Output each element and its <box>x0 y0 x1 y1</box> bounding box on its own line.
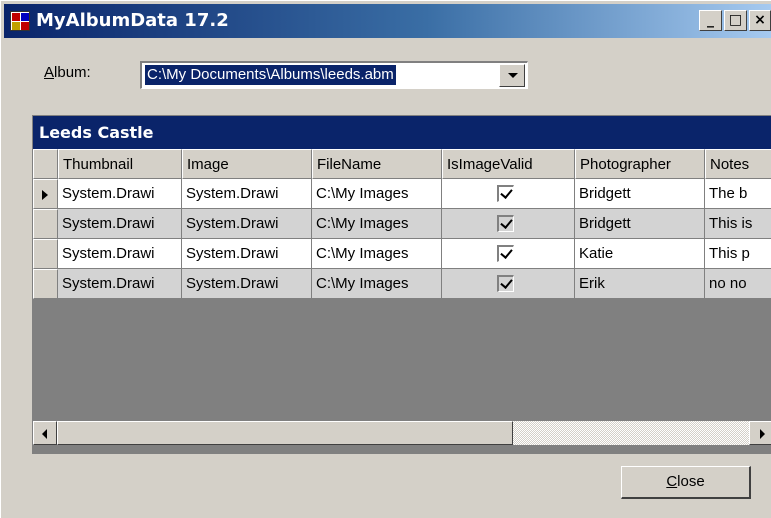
cell-isimagevalid[interactable] <box>442 239 575 269</box>
close-button[interactable]: Close <box>621 466 751 499</box>
scrollbar-track[interactable] <box>513 421 749 445</box>
cell-image[interactable]: System.Drawi <box>182 179 312 209</box>
cell-thumbnail[interactable]: System.Drawi <box>58 269 182 299</box>
cell-notes[interactable]: This is <box>705 209 771 239</box>
close-button-accelerator: C <box>666 473 678 490</box>
cell-photographer[interactable]: Erik <box>575 269 705 299</box>
window-title: MyAlbumData 17.2 <box>36 10 229 31</box>
main-window: MyAlbumData 17.2 _ □ × Album: C:\My Docu… <box>0 0 771 518</box>
checkmark-icon[interactable] <box>497 185 514 202</box>
checkmark-icon[interactable] <box>497 245 514 262</box>
checkmark-icon[interactable] <box>497 215 514 232</box>
cell-photographer[interactable]: Bridgett <box>575 179 705 209</box>
table-row[interactable]: System.Drawi System.Drawi C:\My Images E… <box>33 269 771 299</box>
arrow-left-icon <box>42 429 47 439</box>
album-label-text: lbum: <box>54 64 91 81</box>
cell-isimagevalid[interactable] <box>442 269 575 299</box>
cell-isimagevalid[interactable] <box>442 209 575 239</box>
cell-thumbnail[interactable]: System.Drawi <box>58 239 182 269</box>
column-header-notes[interactable]: Notes <box>705 149 771 179</box>
table-row[interactable]: System.Drawi System.Drawi C:\My Images K… <box>33 239 771 269</box>
cell-image[interactable]: System.Drawi <box>182 239 312 269</box>
cell-filename[interactable]: C:\My Images <box>312 179 442 209</box>
column-header-photographer[interactable]: Photographer <box>575 149 705 179</box>
cell-filename[interactable]: C:\My Images <box>312 209 442 239</box>
album-label-accelerator: A <box>44 64 55 81</box>
checkmark-icon[interactable] <box>497 275 514 292</box>
cell-thumbnail[interactable]: System.Drawi <box>58 179 182 209</box>
cell-isimagevalid[interactable] <box>442 179 575 209</box>
grid-header-row: Thumbnail Image FileName IsImageValid Ph… <box>33 149 771 179</box>
column-header-isimagevalid[interactable]: IsImageValid <box>442 149 575 179</box>
album-data-grid[interactable]: Leeds Castle Thumbnail Image FileName Is… <box>32 115 771 454</box>
scrollbar-thumb[interactable] <box>57 421 513 445</box>
row-selector[interactable] <box>33 269 58 299</box>
column-header-thumbnail[interactable]: Thumbnail <box>58 149 182 179</box>
scroll-right-button[interactable] <box>749 421 771 445</box>
current-row-arrow-icon <box>42 190 48 200</box>
app-window-icon[interactable] <box>10 11 30 31</box>
row-selector[interactable] <box>33 179 58 209</box>
row-selector[interactable] <box>33 239 58 269</box>
cell-filename[interactable]: C:\My Images <box>312 269 442 299</box>
cell-notes[interactable]: no no <box>705 269 771 299</box>
arrow-right-icon <box>760 429 765 439</box>
maximize-button[interactable]: □ <box>724 10 747 31</box>
horizontal-scrollbar[interactable] <box>33 421 771 445</box>
close-button-label: lose <box>677 473 705 490</box>
header-corner[interactable] <box>33 149 58 179</box>
chevron-down-icon <box>508 73 518 78</box>
album-dropdown-button[interactable] <box>499 64 525 87</box>
cell-notes[interactable]: This p <box>705 239 771 269</box>
cell-image[interactable]: System.Drawi <box>182 209 312 239</box>
cell-photographer[interactable]: Katie <box>575 239 705 269</box>
table-row[interactable]: System.Drawi System.Drawi C:\My Images B… <box>33 209 771 239</box>
grid-caption: Leeds Castle <box>33 116 771 149</box>
close-icon: × <box>754 12 766 28</box>
album-combobox[interactable]: C:\My Documents\Albums\leeds.abm <box>140 61 528 89</box>
close-window-button[interactable]: × <box>749 10 771 31</box>
row-selector[interactable] <box>33 209 58 239</box>
cell-image[interactable]: System.Drawi <box>182 269 312 299</box>
minimize-icon: _ <box>707 12 714 28</box>
cell-filename[interactable]: C:\My Images <box>312 239 442 269</box>
column-header-image[interactable]: Image <box>182 149 312 179</box>
scroll-left-button[interactable] <box>33 421 57 445</box>
column-header-filename[interactable]: FileName <box>312 149 442 179</box>
maximize-icon: □ <box>728 12 743 28</box>
cell-notes[interactable]: The b <box>705 179 771 209</box>
cell-photographer[interactable]: Bridgett <box>575 209 705 239</box>
title-bar[interactable]: MyAlbumData 17.2 _ □ × <box>4 4 771 38</box>
album-label: Album: <box>44 64 91 81</box>
cell-thumbnail[interactable]: System.Drawi <box>58 209 182 239</box>
album-path-value[interactable]: C:\My Documents\Albums\leeds.abm <box>145 65 396 85</box>
table-row[interactable]: System.Drawi System.Drawi C:\My Images B… <box>33 179 771 209</box>
minimize-button[interactable]: _ <box>699 10 722 31</box>
